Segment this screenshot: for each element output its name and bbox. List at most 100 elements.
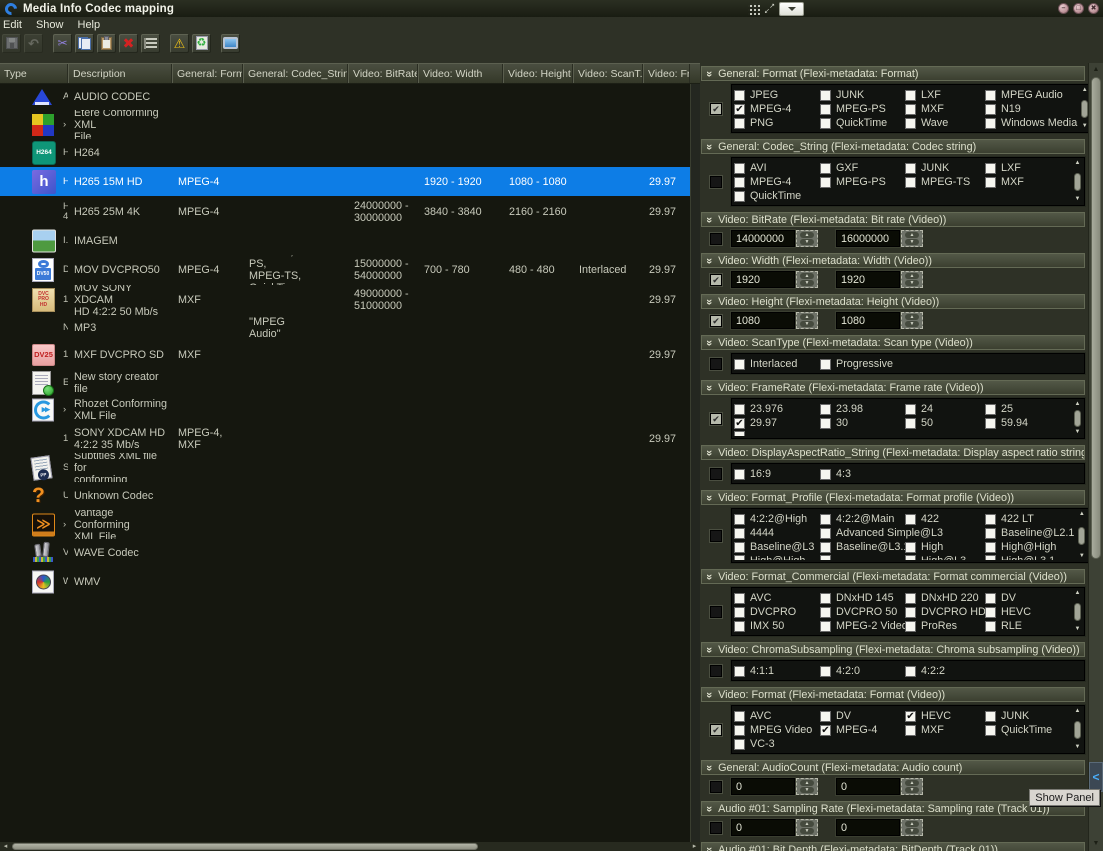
option-hevc[interactable]: HEVC [905,710,985,722]
option-422[interactable]: 422 [905,513,985,525]
option-junk[interactable]: JUNK [985,710,1070,722]
collapse-chevron-icon[interactable]: » [703,691,715,697]
column-header-description[interactable]: Description [68,64,172,83]
option-4-2-0[interactable]: 4:2:0 [820,665,905,677]
table-row-rhozet-conforming-xml-file[interactable]: ▶▶›Rhozet Conforming XML File [0,396,690,424]
collapse-chevron-icon[interactable]: » [703,494,715,500]
table-row-h264[interactable]: H264HH264 [0,139,690,167]
section-scroll-thumb[interactable] [1074,173,1081,191]
option-windows-media[interactable]: Windows Media [985,117,1077,129]
menu-show[interactable]: Show [36,19,64,31]
table-row-vantage-conforming-xml-file[interactable]: ≫›Vantage Conforming XML File [0,510,690,539]
option-png[interactable]: PNG [734,117,820,129]
section-header-audio01-sampling-rate[interactable]: »Audio #01: Sampling Rate (Flexi-metadat… [701,801,1085,816]
cut-button[interactable]: ✂ [53,34,72,53]
option-mxf[interactable]: MXF [985,176,1070,188]
spin-down-icon[interactable]: ▼ [905,280,919,286]
spin-up-icon[interactable]: ▲ [905,821,919,827]
option-4-2-2-high[interactable]: 4:2:2@High [734,513,820,525]
spinner-field-3-1[interactable]: 1920 [836,271,900,288]
collapse-chevron-icon[interactable]: » [703,143,715,149]
spinner-buttons[interactable]: ▲▼ [901,271,923,288]
option-dvcpro-hd[interactable]: DVCPRO HD [905,606,985,618]
section-header-video-framerate[interactable]: »Video: FrameRate (Flexi-metadata: Frame… [701,380,1085,395]
spin-up-icon[interactable]: ▲ [800,314,814,320]
spinner-field-3-0[interactable]: 1920 [731,271,795,288]
option-mpeg-4[interactable]: MPEG-4 [734,176,820,188]
table-row-mxf-dvcpro-sd[interactable]: DV251MXF DVCPRO SDMXF29.97 [0,341,690,369]
master-checkbox-general-format[interactable] [710,103,722,115]
column-header-type[interactable]: Type [0,64,68,83]
option-mxf[interactable]: MXF [905,724,985,736]
table-row-etere-conforming-xml-file[interactable]: ›Etere Conforming XML File [0,110,690,139]
option-mpeg-ps[interactable]: MPEG-PS [820,103,905,115]
option-hevc[interactable]: HEVC [985,606,1070,618]
spinner-buttons[interactable]: ▲▼ [796,778,818,795]
table-row-mov-dvcpro50[interactable]: DV50DMOV DVCPRO50MPEG-4MPEG-4, MPEG-PS, … [0,255,690,285]
collapse-chevron-icon[interactable]: » [703,846,715,851]
option-interlaced[interactable]: Interlaced [734,358,820,370]
spin-down-icon[interactable]: ▼ [800,321,814,327]
spin-down-icon[interactable]: ▼ [800,787,814,793]
option-4-1-1[interactable]: 4:1:1 [734,665,820,677]
column-header-general-format[interactable]: General: Format [172,64,243,83]
column-header-video-width[interactable]: Video: Width [418,64,503,83]
grid-icon[interactable] [748,3,760,15]
menu-help[interactable]: Help [78,19,101,31]
spinner-buttons[interactable]: ▲▼ [796,312,818,329]
spin-up-icon[interactable]: ▲ [905,273,919,279]
section-header-video-format-commercial[interactable]: »Video: Format_Commercial (Flexi-metadat… [701,569,1085,584]
table-row-mov-sony-xdcam-hd-4-2-2-50-mb-s[interactable]: DVC PRO HD1MOV SONY XDCAM HD 4:2:2 50 Mb… [0,285,690,315]
option-dnxhd-145[interactable]: DNxHD 145 [820,592,905,604]
spin-down-icon[interactable]: ▼ [800,239,814,245]
scroll-up-arrow-icon[interactable]: ▲ [1075,160,1081,167]
table-row-sony-xdcam-hd-4-2-2-35-mb-s[interactable]: 1SONY XDCAM HD 4:2:2 35 Mb/sMPEG-4, MXF2… [0,424,690,453]
table-row-wmv[interactable]: WWMV [0,567,690,596]
section-header-video-width[interactable]: »Video: Width (Flexi-metadata: Width (Vi… [701,253,1085,268]
section-header-audio01-bit-depth[interactable]: »Audio #01: Bit Depth (Flexi-metadata: B… [701,842,1085,851]
spinner-field-4-0[interactable]: 1080 [731,312,795,329]
option-jpeg[interactable]: JPEG [734,89,820,101]
spin-up-icon[interactable]: ▲ [800,821,814,827]
option-baseline-l3-1[interactable]: Baseline@L3.1 [820,541,905,553]
collapse-chevron-icon[interactable]: » [703,805,715,811]
table-row-imagem[interactable]: I.IMAGEM [0,227,690,255]
spinner-field-4-1[interactable]: 1080 [836,312,900,329]
export-button[interactable] [141,34,160,53]
column-header-video-scant[interactable]: Video: ScanT... [573,64,643,83]
column-header-video-bitrate[interactable]: Video: BitRate [348,64,418,83]
option-wave[interactable]: Wave [905,117,985,129]
section-scrollbar[interactable]: ▲▼ [1072,590,1083,633]
option-25[interactable]: 25 [985,403,1070,415]
option-dnxhd-220[interactable]: DNxHD 220 [905,592,985,604]
option-mpeg-ps[interactable]: MPEG-PS [820,176,905,188]
spin-up-icon[interactable]: ▲ [800,780,814,786]
spinner-field-13-0[interactable]: 0 [731,819,795,836]
spinner-buttons[interactable]: ▲▼ [901,312,923,329]
master-checkbox-general-audiocount[interactable] [710,781,722,793]
option-mpeg-video[interactable]: MPEG Video [734,724,820,736]
spinner-field-13-1[interactable]: 0 [836,819,900,836]
master-checkbox-video-bitrate[interactable] [710,233,722,245]
option-avi[interactable]: AVI [734,162,820,174]
option-quicktime[interactable]: QuickTime [734,190,820,202]
collapse-chevron-icon[interactable]: » [703,384,715,390]
master-checkbox-video-dar[interactable] [710,468,722,480]
close-button[interactable]: ✖ [1088,3,1099,14]
master-checkbox-video-scantype[interactable] [710,358,722,370]
option-mxf[interactable]: MXF [905,103,985,115]
section-header-video-dar[interactable]: »Video: DisplayAspectRatio_String (Flexi… [701,445,1085,460]
spinner-buttons[interactable]: ▲▼ [901,819,923,836]
collapse-chevron-icon[interactable]: » [703,298,715,304]
section-header-video-chromasubsampling[interactable]: »Video: ChromaSubsampling (Flexi-metadat… [701,642,1085,657]
master-checkbox-general-codec-string[interactable] [710,176,722,188]
section-header-video-format[interactable]: »Video: Format (Flexi-metadata: Format (… [701,687,1085,702]
master-checkbox-video-framerate[interactable] [710,413,722,425]
spinner-buttons[interactable]: ▲▼ [796,271,818,288]
table-row-audio-codec[interactable]: AAUDIO CODEC [0,84,690,110]
scroll-down-arrow-icon[interactable]: ▼ [1075,744,1081,751]
option-advanced-simple-l3[interactable]: Advanced Simple@L3 [820,527,985,539]
section-header-video-bitrate[interactable]: »Video: BitRate (Flexi-metadata: Bit rat… [701,212,1085,227]
table-row-mp3[interactable]: NMP3''MPEG Audio'' [0,315,690,341]
option-4444[interactable]: 4444 [734,527,820,539]
